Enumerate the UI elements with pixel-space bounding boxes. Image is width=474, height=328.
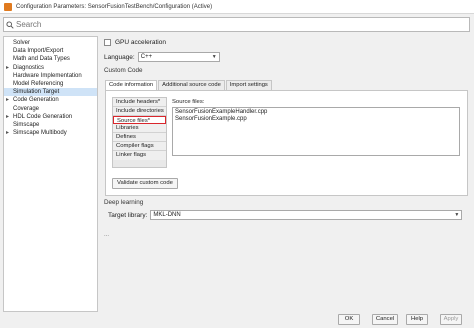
list-item-compiler-flags[interactable]: Compiler flags [113,141,166,151]
source-file-line: SensorFusionExampleHandler.cpp [175,109,268,115]
window-title: Configuration Parameters: SensorFusionTe… [16,3,213,10]
tree-item-code-generation[interactable]: Code Generation [4,96,97,104]
source-files-label: Source files: [172,99,205,105]
tree-item-hardware-implementation[interactable]: Hardware Implementation [4,72,97,80]
search-input[interactable] [16,20,456,29]
tab-code-information[interactable]: Code information [105,80,158,90]
dialog-button-bar: OK Cancel Help Apply [0,312,474,328]
language-label: Language: [104,53,135,61]
more-options-ellipsis[interactable]: ... [104,232,109,238]
cancel-button[interactable]: Cancel [372,314,398,325]
deep-learning-heading: Deep learning [104,199,144,206]
tree-item-diagnostics[interactable]: Diagnostics [4,64,97,72]
target-library-dropdown[interactable]: MKL-DNN ▼ [150,210,463,220]
settings-panel: GPU acceleration Language: C++ ▼ Custom … [100,36,471,312]
list-item-linker-flags[interactable]: Linker flags [113,150,166,160]
tree-item-model-referencing[interactable]: Model Referencing [4,80,97,88]
tree-item-data-import-export[interactable]: Data Import/Export [4,47,97,55]
tree-item-hdl-code-generation[interactable]: HDL Code Generation [4,113,97,121]
language-value: C++ [140,54,153,60]
gpu-acceleration-checkbox[interactable] [104,39,111,46]
language-row: Language: C++ ▼ [104,52,220,62]
chevron-down-icon: ▼ [454,212,460,218]
tree-item-simscape[interactable]: Simscape [4,121,97,129]
tree-item-simulation-target[interactable]: Simulation Target [4,88,97,97]
source-files-textarea[interactable]: SensorFusionExampleHandler.cpp SensorFus… [172,107,460,156]
target-library-value: MKL-DNN [153,212,181,218]
code-information-panel: Include headers* Include directories Sou… [105,90,468,196]
list-item-include-directories[interactable]: Include directories [113,106,166,116]
list-item-libraries[interactable]: Libraries [113,124,166,134]
help-button[interactable]: Help [406,314,428,325]
gpu-acceleration-label: GPU acceleration [115,39,166,46]
custom-code-heading: Custom Code [104,67,143,74]
list-item-include-headers[interactable]: Include headers* [113,98,166,107]
category-tree: Solver Data Import/Export Math and Data … [3,36,98,312]
chevron-down-icon: ▼ [211,54,217,60]
tab-additional-source-code[interactable]: Additional source code [158,80,225,90]
app-icon [4,2,12,11]
custom-code-tabs: Code information Additional source code … [105,80,273,90]
target-library-row: Target library: MKL-DNN ▼ [108,210,463,220]
code-category-list: Include headers* Include directories Sou… [112,97,167,168]
title-bar: Configuration Parameters: SensorFusionTe… [0,0,474,14]
ok-button[interactable]: OK [338,314,360,325]
apply-button[interactable]: Apply [440,314,462,325]
validate-custom-code-button[interactable]: Validate custom code [112,178,178,189]
target-library-label: Target library: [108,211,148,219]
tree-item-coverage[interactable]: Coverage [4,105,97,113]
tab-import-settings[interactable]: Import settings [225,80,272,90]
tree-item-math-and-data-types[interactable]: Math and Data Types [4,55,97,63]
list-item-defines[interactable]: Defines [113,133,166,142]
tree-item-simscape-multibody[interactable]: Simscape Multibody [4,129,97,137]
gpu-row: GPU acceleration [104,39,166,46]
search-icon [4,20,16,29]
source-file-line: SensorFusionExample.cpp [175,116,247,122]
search-bar[interactable] [3,17,470,32]
list-item-source-files[interactable]: Source files* [113,115,166,125]
language-dropdown[interactable]: C++ ▼ [137,52,220,62]
tree-item-solver[interactable]: Solver [4,39,97,47]
